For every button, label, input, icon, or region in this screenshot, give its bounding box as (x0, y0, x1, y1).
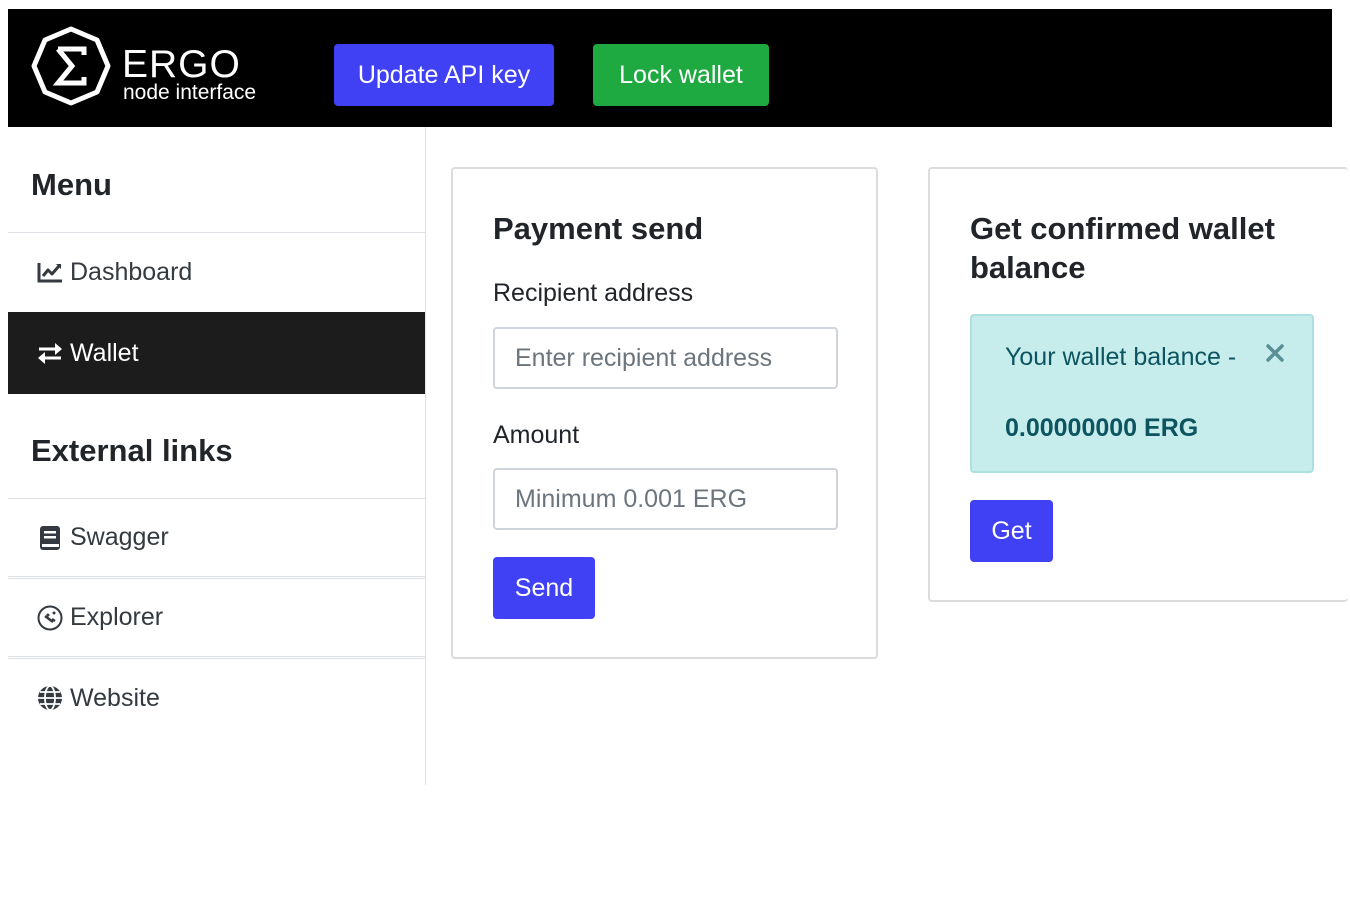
close-icon[interactable] (1262, 340, 1288, 366)
balance-amount: 0.00000000 ERG (1005, 414, 1199, 442)
sidebar-item-swagger[interactable]: Swagger (8, 498, 425, 577)
chart-line-icon (36, 258, 64, 286)
wallet-balance-title: Get confirmed wallet balance (970, 211, 1275, 285)
update-api-key-button[interactable]: Update API key (334, 44, 554, 106)
sidebar-item-label: Website (70, 683, 160, 712)
payment-send-card: Payment send Recipient address Amount Se… (451, 167, 878, 659)
ergo-logo-icon (31, 26, 111, 106)
sidebar-item-label: Dashboard (70, 257, 193, 286)
book-icon (36, 524, 64, 552)
sidebar-item-dashboard[interactable]: Dashboard (8, 232, 425, 311)
sidebar-item-label: Explorer (70, 603, 164, 631)
wallet-balance-card: Get confirmed wallet balance Your wallet… (928, 167, 1348, 602)
ergo-logo[interactable]: ERGO node interface (30, 25, 270, 107)
sidebar-item-website[interactable]: Website (8, 658, 425, 737)
sidebar-item-explorer[interactable]: Explorer (8, 578, 425, 657)
logo-subtitle: node interface (123, 81, 257, 104)
top-header: ERGO node interface Update API key Lock … (8, 9, 1332, 127)
external-links-heading: External links (31, 433, 233, 468)
sidebar-item-label: Swagger (70, 523, 169, 551)
lock-wallet-button[interactable]: Lock wallet (593, 44, 769, 106)
balance-alert-text: Your wallet balance - (1005, 343, 1237, 371)
get-balance-button[interactable]: Get (970, 500, 1053, 562)
sidebar: Menu Dashboard Wallet External links Swa… (8, 127, 426, 785)
logo-title: ERGO (122, 43, 241, 86)
balance-alert: Your wallet balance - 0.00000000 ERG (970, 314, 1314, 473)
globe-icon (36, 684, 64, 712)
send-button[interactable]: Send (493, 557, 595, 619)
amount-input[interactable] (493, 468, 838, 530)
payment-send-title: Payment send (493, 211, 704, 246)
recipient-address-label: Recipient address (493, 279, 694, 307)
recipient-address-input[interactable] (493, 327, 838, 389)
menu-heading: Menu (31, 167, 112, 202)
exchange-arrows-icon (36, 339, 64, 367)
sidebar-item-label: Wallet (70, 338, 139, 367)
amount-label: Amount (493, 421, 580, 449)
sidebar-item-wallet[interactable]: Wallet (8, 312, 425, 394)
satellite-icon (36, 604, 64, 632)
